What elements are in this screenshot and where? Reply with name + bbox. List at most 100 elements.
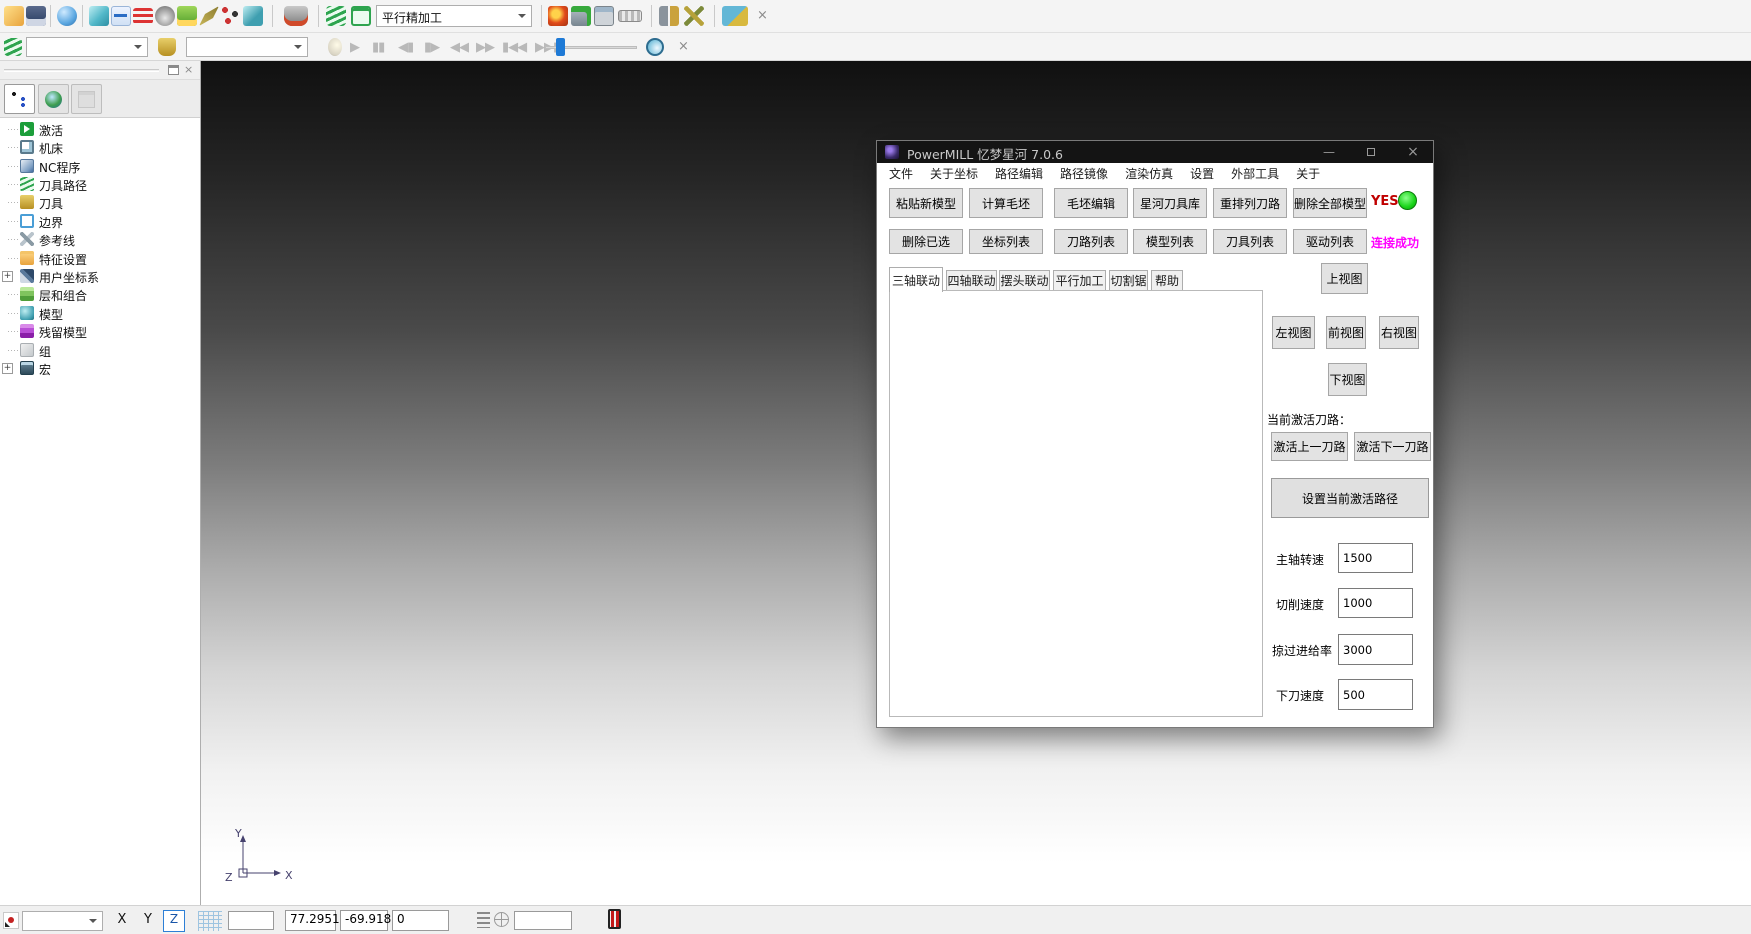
menu-file[interactable]: 文件 [889,165,913,182]
cutting-feed-input[interactable] [1338,588,1413,618]
open-project-icon[interactable] [4,6,24,26]
tree-item-workplanes[interactable]: +用户坐标系 [0,267,200,285]
toolpath-list-icon[interactable] [351,6,371,26]
tool-library-button[interactable]: 星河刀具库 [1133,188,1207,218]
menu-coords[interactable]: 关于坐标 [930,165,978,182]
tree-item-boundaries[interactable]: 边界 [0,212,200,230]
axis-y-button[interactable]: Y [138,912,158,927]
tab-parallel[interactable]: 平行加工 [1053,270,1106,291]
tree-item-macros[interactable]: +宏 [0,359,200,377]
compare-blocks-icon[interactable] [722,6,748,26]
minimize-icon[interactable]: — [1317,144,1341,160]
maximize-icon[interactable] [1359,144,1383,160]
simulation-time-icon[interactable] [646,38,664,56]
view-front-button[interactable]: 前视图 [1326,316,1366,349]
statusbar-field-2[interactable] [514,911,572,930]
expand-icon[interactable]: + [2,363,13,374]
tree-item-groups[interactable]: 组 [0,341,200,359]
close-icon[interactable]: × [1401,144,1425,160]
play-icon[interactable]: ▶ [350,40,359,55]
verify-tool-icon[interactable] [571,6,591,26]
rearrange-toolpath-button[interactable]: 重排列刀路 [1213,188,1287,218]
toolpath-list-button[interactable]: 刀路列表 [1054,229,1128,254]
toolpath-strategy-icon[interactable] [111,6,131,26]
spindle-speed-input[interactable] [1338,543,1413,573]
tree-item-toolpaths[interactable]: 刀具路径 [0,175,200,193]
calculator-toggle-icon[interactable] [608,909,621,929]
tab-4axis[interactable]: 四轴联动 [946,270,997,291]
axis-z-button[interactable]: Z [163,910,185,932]
workplane-compass-icon[interactable] [494,912,509,927]
delete-all-models-button[interactable]: 删除全部模型 [1293,188,1367,218]
view-bottom-button[interactable]: 下视图 [1328,363,1367,396]
tree-item-active[interactable]: 激活 [0,120,200,138]
coordinate-y-field[interactable]: -69.918 [340,910,388,931]
menu-render-sim[interactable]: 渲染仿真 [1125,165,1173,182]
points-icon[interactable] [221,6,241,26]
simulation-speed-handle[interactable] [556,38,565,56]
axis-x-button[interactable]: X [112,912,132,927]
drive-list-button[interactable]: 驱动列表 [1293,229,1367,254]
set-active-path-button[interactable]: 设置当前激活路径 [1271,478,1429,518]
grid-snap-icon[interactable] [198,911,222,931]
measure-icon[interactable] [618,10,642,22]
calculator-icon[interactable] [594,6,614,26]
tab-web[interactable] [38,84,69,114]
simulation-toolpath-select[interactable] [26,37,148,57]
boundary-icon[interactable] [177,6,197,26]
coordinate-z-field[interactable]: 0 [392,910,449,931]
fast-forward-icon[interactable]: ▶▶ [476,40,494,55]
view-right-button[interactable]: 右视图 [1379,316,1419,349]
statusbar-field-1[interactable] [228,911,274,930]
tree-item-machine[interactable]: 机床 [0,138,200,156]
tab-head[interactable]: 摆头联动 [999,270,1050,291]
active-toolpath-icon[interactable] [326,6,346,26]
simulation-tool-select[interactable] [186,37,308,57]
float-panel-icon[interactable] [168,65,179,75]
tree-item-tools[interactable]: 刀具 [0,193,200,211]
model-list-button[interactable]: 模型列表 [1133,229,1207,254]
step-back-icon[interactable]: ◀▮ [398,40,413,55]
tree-item-patterns[interactable]: 参考线 [0,230,200,248]
step-forward-icon[interactable]: ▮▶ [424,40,439,55]
tree-item-levels-sets[interactable]: 层和组合 [0,285,200,303]
block-edit-button[interactable]: 毛坯编辑 [1054,188,1128,218]
coord-list-button[interactable]: 坐标列表 [969,229,1043,254]
toolpath-select[interactable]: 平行精加工 [376,5,532,27]
tool-change-icon[interactable] [659,6,679,26]
simulation-close-icon[interactable]: × [678,39,689,54]
activate-prev-button[interactable]: 激活上一刀路 [1271,432,1348,461]
statusbar-select[interactable] [22,911,103,931]
stock-model-icon[interactable] [243,6,263,26]
tab-saw[interactable]: 切割锯 [1109,270,1148,291]
highlight-icon[interactable] [328,38,342,56]
tree-item-nc-program[interactable]: NC程序 [0,157,200,175]
tab-3axis[interactable]: 三轴联动 [889,267,943,292]
activate-next-button[interactable]: 激活下一刀路 [1354,432,1431,461]
coordinate-x-field[interactable]: 77.2951 [285,910,336,931]
tab-recycle[interactable] [71,84,102,114]
tree-item-stock-models[interactable]: 残留模型 [0,322,200,340]
paste-model-button[interactable]: 粘贴新模型 [889,188,963,218]
view-top-button[interactable]: 上视图 [1321,263,1368,294]
delete-selected-button[interactable]: 删除已选 [889,229,963,254]
feedrate-icon[interactable] [133,8,153,24]
record-widget[interactable] [3,912,19,929]
pause-icon[interactable]: ▮▮ [372,40,384,55]
rewind-icon[interactable]: ◀◀ [450,40,468,55]
menu-settings[interactable]: 设置 [1190,165,1214,182]
tree-item-feature-sets[interactable]: 特征设置 [0,249,200,267]
panel-grip[interactable]: × [0,61,200,80]
dialog-titlebar[interactable]: PowerMILL 忆梦星河 7.0.6 — × [877,141,1433,163]
split-toolpath-icon[interactable] [684,6,704,26]
tab-explorer-tree[interactable] [4,84,35,114]
panel-close-icon[interactable]: × [184,63,193,76]
pattern-icon[interactable] [199,6,219,26]
shaded-view-icon[interactable] [57,6,77,26]
menu-external-tools[interactable]: 外部工具 [1231,165,1279,182]
skim-feed-input[interactable] [1338,634,1413,665]
plunge-feed-input[interactable] [1338,679,1413,710]
collision-check-icon[interactable] [548,6,568,26]
block-icon[interactable] [89,6,109,26]
expand-icon[interactable]: + [2,271,13,282]
